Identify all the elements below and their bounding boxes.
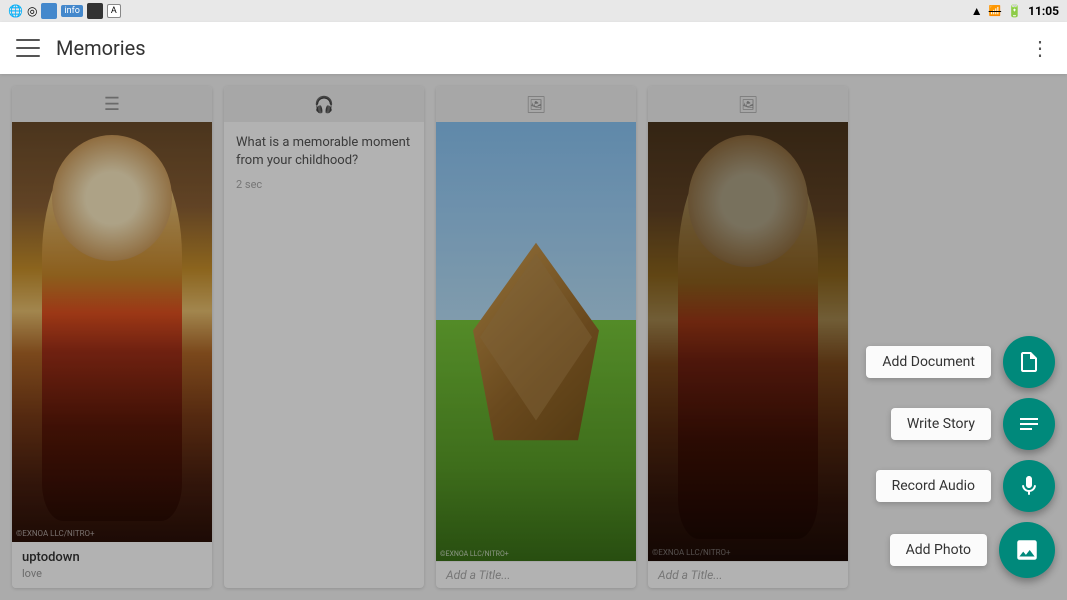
app-title: Memories [56,36,1030,60]
headphone-icon: 🎧 [314,95,334,114]
card-question: What is a memorable moment from your chi… [236,134,412,170]
card-2-header: 🎧 [224,86,424,122]
image-icon-3: 🖼 [526,95,546,114]
card-1-image [12,122,212,542]
fab-item-record-audio: Record Audio [876,460,1055,512]
image-icon-4: 🖼 [738,95,758,114]
card-3-image: ©EXNOA LLC/NITRO+ [436,122,636,561]
signal-off-icon: 📶 [989,6,1001,17]
add-document-label[interactable]: Add Document [866,346,991,378]
card-3-title: Add a Title... [436,561,636,588]
image-frame-icon [1014,537,1040,563]
status-left-icons: 🌐 ◎ info A [8,3,121,19]
card-1-header: ☰ [12,86,212,122]
battery-icon: 🔋 [1007,4,1022,18]
circle-icon: ◎ [27,4,37,18]
fab-item-add-photo: Add Photo [890,522,1055,578]
app-icon-blue [41,3,57,19]
main-content: ☰ uptodown love 🎧 What is a memor [0,74,1067,600]
menu-button[interactable] [16,39,40,57]
record-audio-label[interactable]: Record Audio [876,470,991,502]
globe-icon: 🌐 [8,4,23,18]
record-audio-button[interactable] [1003,460,1055,512]
write-story-label[interactable]: Write Story [891,408,991,440]
memory-card-3[interactable]: 🖼 ©EXNOA LLC/NITRO+ Add a Title... [436,86,636,588]
status-right-icons: ▲ 📶 🔋 11:05 [971,4,1059,18]
a-icon-text: A [107,4,121,18]
document-icon [1017,350,1041,374]
memory-card-1[interactable]: ☰ uptodown love [12,86,212,588]
app-bar: Memories ⋮ [0,22,1067,74]
text-format-icon: ☰ [104,94,120,115]
add-photo-button[interactable] [999,522,1055,578]
card-4-title: Add a Title... [648,561,848,588]
info-icon-text: info [61,5,82,17]
anime-figure-1 [12,122,212,542]
app-icon-dark [87,3,103,19]
time-display: 11:05 [1028,4,1059,18]
card-4-overlay [648,122,848,561]
card-duration: 2 sec [236,178,412,191]
memory-card-4[interactable]: 🖼 Add a Title... [648,86,848,588]
add-document-button[interactable] [1003,336,1055,388]
add-photo-label[interactable]: Add Photo [890,534,987,566]
card-1-name: uptodown [22,550,202,565]
card-4-image [648,122,848,561]
fab-item-write-story: Write Story [891,398,1055,450]
more-options-button[interactable]: ⋮ [1030,36,1051,60]
status-bar: 🌐 ◎ info A ▲ 📶 🔋 11:05 [0,0,1067,22]
write-story-button[interactable] [1003,398,1055,450]
wifi-icon: ▲ [971,4,983,18]
fab-item-add-document: Add Document [866,336,1055,388]
text-lines-icon [1017,412,1041,436]
card-2-text-content: What is a memorable moment from your chi… [224,122,424,588]
memory-card-2[interactable]: 🎧 What is a memorable moment from your c… [224,86,424,588]
card-4-header: 🖼 [648,86,848,122]
card-3-header: 🖼 [436,86,636,122]
card-1-subtitle: love [22,567,202,580]
card-1-footer: uptodown love [12,542,212,588]
microphone-icon [1017,474,1041,498]
game-image: ©EXNOA LLC/NITRO+ [436,122,636,561]
fab-menu: Add Document Write Story Record Audio [866,336,1055,588]
